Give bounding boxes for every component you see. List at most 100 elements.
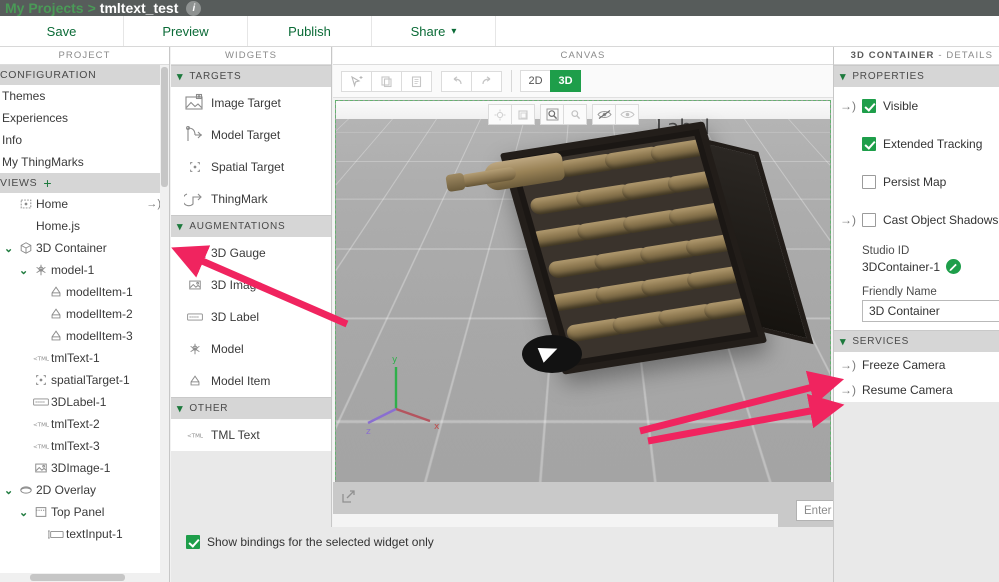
chevron-down-icon[interactable]: ⌄ bbox=[19, 418, 32, 431]
config-item-0[interactable]: Themes bbox=[0, 85, 169, 107]
paste-tool-icon[interactable] bbox=[401, 71, 432, 92]
details-section-services[interactable]: ▾SERVICES bbox=[834, 330, 999, 352]
binding-arrow-icon[interactable]: →) bbox=[840, 383, 862, 397]
widget-model[interactable]: Model bbox=[171, 333, 331, 365]
friendly-name-input[interactable] bbox=[862, 300, 999, 322]
info-icon[interactable]: i bbox=[186, 1, 201, 16]
config-item-3[interactable]: My ThingMarks bbox=[0, 151, 169, 173]
chevron-down-icon[interactable]: ⌄ bbox=[34, 330, 47, 343]
widget-3d-gauge[interactable]: 3D Gauge bbox=[171, 237, 331, 269]
binding-arrow-icon[interactable]: →) bbox=[840, 99, 862, 113]
binding-arrow-icon[interactable]: →) bbox=[840, 358, 862, 372]
chevron-down-icon[interactable]: ⌄ bbox=[19, 352, 32, 365]
show-eye-icon[interactable] bbox=[615, 104, 639, 125]
spatial-target-marker[interactable] bbox=[522, 335, 582, 373]
mode-3d-button[interactable]: 3D bbox=[550, 70, 581, 92]
publish-button[interactable]: Publish bbox=[248, 16, 372, 46]
select-tool-icon[interactable] bbox=[341, 71, 372, 92]
scroll-thumb[interactable] bbox=[161, 67, 168, 187]
chevron-down-icon[interactable]: ⌄ bbox=[34, 528, 47, 541]
chevron-down-icon[interactable]: ⌄ bbox=[4, 220, 17, 233]
widgets-section-targets[interactable]: ▾TARGETS bbox=[171, 65, 331, 87]
tree-item-top-panel[interactable]: ⌄Top Panel bbox=[0, 501, 169, 523]
tree-item-3d-container[interactable]: ⌄3D Container bbox=[0, 237, 169, 259]
widget-tml-text[interactable]: <TML>TML Text bbox=[171, 419, 331, 451]
crate-bottle bbox=[702, 296, 750, 321]
breadcrumb-root-link[interactable]: My Projects bbox=[5, 0, 84, 16]
widget-3d-image[interactable]: 3D Image bbox=[171, 269, 331, 301]
tree-item-model-1[interactable]: ⌄model-1 bbox=[0, 259, 169, 281]
details-section-properties[interactable]: ▾PROPERTIES bbox=[834, 65, 999, 87]
widgets-section-augmentations[interactable]: ▾AUGMENTATIONS bbox=[171, 215, 331, 237]
preview-button[interactable]: Preview bbox=[124, 16, 248, 46]
chevron-down-icon[interactable]: ⌄ bbox=[19, 462, 32, 475]
chevron-down-icon[interactable]: ⌄ bbox=[4, 484, 17, 497]
checkbox-cast-object-shadows[interactable] bbox=[862, 213, 876, 227]
chevron-down-icon[interactable]: ⌄ bbox=[19, 374, 32, 387]
tree-item-2d-overlay[interactable]: ⌄ 2D Overlay bbox=[0, 479, 169, 501]
add-view-icon[interactable]: + bbox=[43, 175, 52, 191]
binding-arrow-icon[interactable]: →) bbox=[840, 213, 862, 227]
config-item-1[interactable]: Experiences bbox=[0, 107, 169, 129]
share-button[interactable]: Share ▾ bbox=[372, 16, 496, 46]
chevron-down-icon[interactable]: ⌄ bbox=[4, 198, 17, 211]
hide-eye-icon[interactable] bbox=[592, 104, 616, 125]
widget-thingmark[interactable]: ThingMark bbox=[171, 183, 331, 215]
label-icon bbox=[32, 397, 49, 407]
edit-pencil-icon[interactable] bbox=[946, 259, 961, 274]
project-tree[interactable]: CONFIGURATIONThemesExperiencesInfoMy Thi… bbox=[0, 65, 169, 582]
project-vertical-scrollbar[interactable] bbox=[160, 65, 169, 582]
save-button[interactable]: Save bbox=[0, 16, 124, 46]
chevron-down-icon[interactable]: ⌄ bbox=[34, 286, 47, 299]
widget-3d-label[interactable]: 3D Label bbox=[171, 301, 331, 333]
redo-tool-icon[interactable] bbox=[471, 71, 502, 92]
tree-item-tmltext-3[interactable]: ⌄<TML>tmlText-3 bbox=[0, 435, 169, 457]
bindings-selected-only-checkbox[interactable] bbox=[186, 535, 200, 549]
pan-tool-icon[interactable] bbox=[488, 104, 512, 125]
chevron-down-icon[interactable]: ⌄ bbox=[4, 242, 17, 255]
tree-item-modelitem-2[interactable]: ⌄modelItem-2 bbox=[0, 303, 169, 325]
tree-item-tmltext-2[interactable]: ⌄<TML>tmlText-2 bbox=[0, 413, 169, 435]
checkbox-persist-map[interactable] bbox=[862, 175, 876, 189]
frame-tool-icon[interactable] bbox=[511, 104, 535, 125]
project-horizontal-scrollbar[interactable] bbox=[0, 573, 170, 582]
tree-item-tmltext-1[interactable]: ⌄<TML>tmlText-1 bbox=[0, 347, 169, 369]
tree-item-textinput-1[interactable]: ⌄textInput-1 bbox=[0, 523, 169, 545]
tree-item-spatialtarget-1[interactable]: ⌄spatialTarget-1 bbox=[0, 369, 169, 391]
widget-model-item[interactable]: Model Item bbox=[171, 365, 331, 397]
zoom-in-tool-icon[interactable] bbox=[540, 104, 564, 125]
copy-tool-icon[interactable] bbox=[371, 71, 402, 92]
tree-item-home-js[interactable]: ⌄Home.js bbox=[0, 215, 169, 237]
chevron-down-icon[interactable]: ⌄ bbox=[19, 440, 32, 453]
scroll-thumb[interactable] bbox=[30, 574, 125, 581]
tree-item-home[interactable]: ⌄Home→) bbox=[0, 193, 169, 215]
widget-model-target[interactable]: Model Target bbox=[171, 119, 331, 151]
chevron-down-icon[interactable]: ⌄ bbox=[19, 506, 32, 519]
widget-spatial-target[interactable]: Spatial Target bbox=[171, 151, 331, 183]
tree-item-3dimage-1[interactable]: ⌄3DImage-1 bbox=[0, 457, 169, 479]
tree-item-modelitem-3[interactable]: ⌄modelItem-3 bbox=[0, 325, 169, 347]
canvas-viewport[interactable]: Label bbox=[335, 100, 831, 500]
widget-label: Image Target bbox=[211, 96, 281, 110]
project-section-configuration[interactable]: CONFIGURATION bbox=[0, 65, 169, 85]
mode-2d-button[interactable]: 2D bbox=[520, 70, 551, 92]
tree-item-modelitem-1[interactable]: ⌄modelItem-1 bbox=[0, 281, 169, 303]
zoom-region-tool-icon[interactable] bbox=[563, 104, 587, 125]
checkbox-visible[interactable] bbox=[862, 99, 876, 113]
widgets-section-other[interactable]: ▾OTHER bbox=[171, 397, 331, 419]
service-freeze-camera[interactable]: →)Freeze Camera bbox=[834, 352, 999, 377]
undo-tool-icon[interactable] bbox=[441, 71, 472, 92]
service-resume-camera[interactable]: →)Resume Camera bbox=[834, 377, 999, 402]
tree-item-label: 2D Overlay bbox=[36, 483, 96, 497]
chevron-down-icon[interactable]: ⌄ bbox=[19, 396, 32, 409]
binding-arrow-icon[interactable]: →) bbox=[146, 198, 161, 210]
chevron-down-icon[interactable]: ⌄ bbox=[34, 308, 47, 321]
popout-icon[interactable] bbox=[341, 489, 356, 508]
tree-item-3dlabel-1[interactable]: ⌄3DLabel-1 bbox=[0, 391, 169, 413]
widget-image-target[interactable]: Image Target bbox=[171, 87, 331, 119]
config-item-2[interactable]: Info bbox=[0, 129, 169, 151]
checkbox-extended-tracking[interactable] bbox=[862, 137, 876, 151]
chevron-down-icon[interactable]: ⌄ bbox=[19, 264, 32, 277]
project-section-views[interactable]: VIEWS+ bbox=[0, 173, 169, 193]
svg-text:<TML>: <TML> bbox=[33, 422, 49, 428]
